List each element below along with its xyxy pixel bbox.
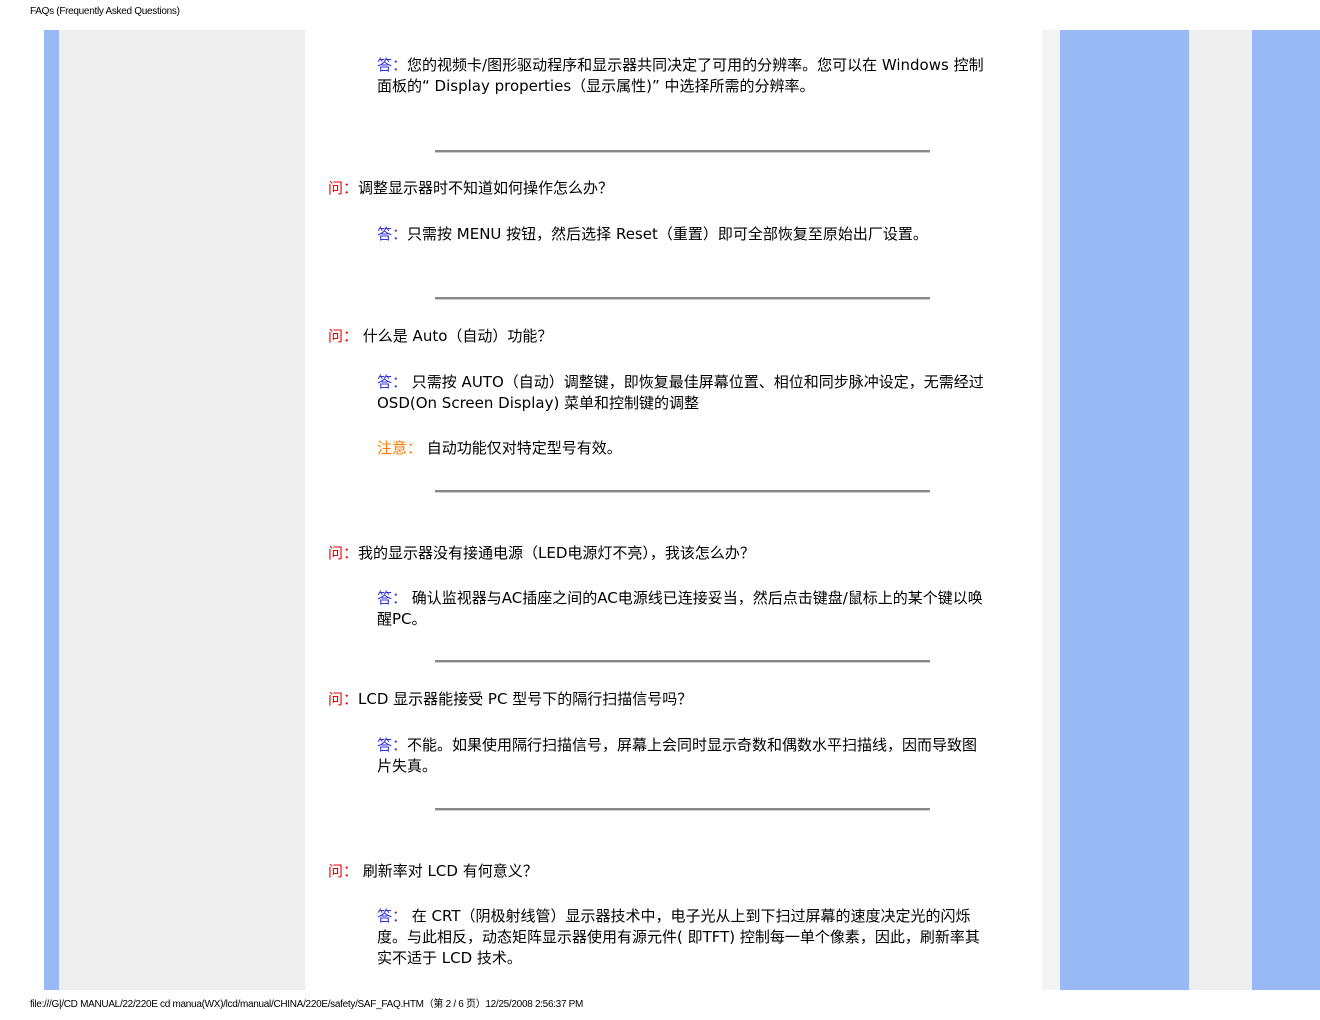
- page-header-title: FAQs (Frequently Asked Questions): [30, 6, 180, 17]
- answer-text: 只需按 AUTO（自动）调整键，即恢复最佳屏幕位置、相位和同步脉冲设定，无需经过…: [377, 373, 984, 412]
- right-gray-panel: [1189, 30, 1252, 990]
- faq-question: 问： 什么是 Auto（自动）功能？: [328, 326, 552, 347]
- faq-question: 问：调整显示器时不知道如何操作怎么办？: [328, 178, 613, 199]
- right-blue-panel: [1060, 30, 1189, 990]
- question-label: 问：: [328, 544, 359, 562]
- answer-label: 答：: [377, 56, 408, 74]
- faq-answer: 答：您的视频卡/图形驱动程序和显示器共同决定了可用的分辨率。您可以在 Windo…: [377, 55, 987, 97]
- answer-label: 答：: [377, 589, 408, 607]
- divider: [435, 808, 930, 811]
- question-label: 问：: [328, 327, 359, 345]
- answer-label: 答：: [377, 736, 408, 754]
- divider: [435, 297, 930, 300]
- faq-answer: 答：不能。如果使用隔行扫描信号，屏幕上会同时显示奇数和偶数水平扫描线，因而导致图…: [377, 735, 987, 777]
- question-text: LCD 显示器能接受 PC 型号下的隔行扫描信号吗？: [358, 690, 693, 708]
- right-light-strip: [1042, 30, 1060, 990]
- right-blue-bar: [1252, 30, 1320, 990]
- question-text: 调整显示器时不知道如何操作怎么办？: [358, 179, 614, 197]
- divider: [435, 660, 930, 663]
- note-label: 注意：: [377, 439, 423, 457]
- question-text: 刷新率对 LCD 有何意义？: [358, 862, 538, 880]
- answer-text: 只需按 MENU 按钮，然后选择 Reset（重置）即可全部恢复至原始出厂设置。: [407, 225, 928, 243]
- question-label: 问：: [328, 179, 359, 197]
- note-text: 自动功能仅对特定型号有效。: [422, 439, 622, 457]
- faq-question: 问： 刷新率对 LCD 有何意义？: [328, 861, 538, 882]
- answer-label: 答：: [377, 373, 408, 391]
- faq-question: 问：LCD 显示器能接受 PC 型号下的隔行扫描信号吗？: [328, 689, 692, 710]
- divider: [435, 150, 930, 153]
- faq-question: 问：我的显示器没有接通电源（LED电源灯不亮），我该怎么办？: [328, 543, 755, 564]
- faq-answer: 答： 只需按 AUTO（自动）调整键，即恢复最佳屏幕位置、相位和同步脉冲设定，无…: [377, 372, 987, 414]
- left-blue-bar: [44, 30, 59, 990]
- faq-content: 答：您的视频卡/图形驱动程序和显示器共同决定了可用的分辨率。您可以在 Windo…: [305, 30, 1042, 990]
- question-label: 问：: [328, 690, 359, 708]
- question-label: 问：: [328, 862, 359, 880]
- answer-text: 在 CRT（阴极射线管）显示器技术中，电子光从上到下扫过屏幕的速度决定光的闪烁度…: [377, 907, 980, 967]
- divider: [435, 490, 930, 493]
- answer-label: 答：: [377, 225, 408, 243]
- page-footer-path: file:///G|/CD MANUAL/22/220E cd manua(WX…: [30, 999, 584, 1010]
- faq-note: 注意： 自动功能仅对特定型号有效。: [377, 438, 987, 459]
- question-text: 什么是 Auto（自动）功能？: [358, 327, 553, 345]
- faq-answer: 答： 在 CRT（阴极射线管）显示器技术中，电子光从上到下扫过屏幕的速度决定光的…: [377, 906, 987, 969]
- faq-answer: 答：只需按 MENU 按钮，然后选择 Reset（重置）即可全部恢复至原始出厂设…: [377, 224, 987, 245]
- answer-text: 确认监视器与AC插座之间的AC电源线已连接妥当，然后点击键盘/鼠标上的某个键以唤…: [377, 589, 983, 628]
- question-text: 我的显示器没有接通电源（LED电源灯不亮），我该怎么办？: [358, 544, 755, 562]
- left-gray-panel: [59, 30, 305, 990]
- answer-text: 不能。如果使用隔行扫描信号，屏幕上会同时显示奇数和偶数水平扫描线，因而导致图片失…: [377, 736, 978, 775]
- faq-answer: 答： 确认监视器与AC插座之间的AC电源线已连接妥当，然后点击键盘/鼠标上的某个…: [377, 588, 987, 630]
- answer-label: 答：: [377, 907, 408, 925]
- answer-text: 您的视频卡/图形驱动程序和显示器共同决定了可用的分辨率。您可以在 Windows…: [377, 56, 984, 95]
